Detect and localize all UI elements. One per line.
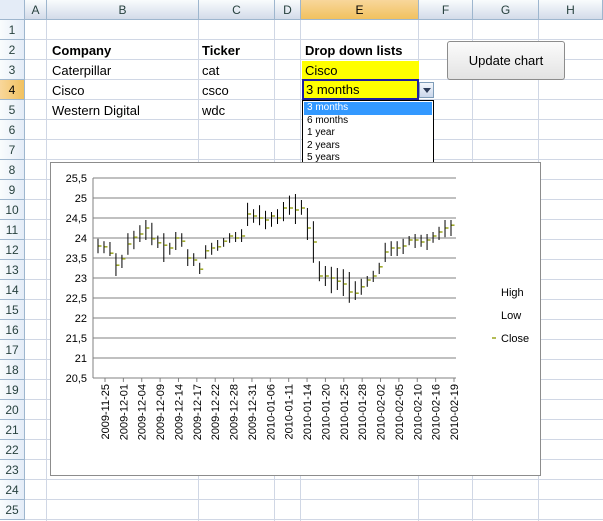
- x-tick-label: 2009-11-25: [100, 384, 112, 439]
- ticker-cell[interactable]: cat: [199, 61, 219, 80]
- x-tick-label: 2010-02-05: [394, 384, 406, 440]
- dropdown-arrow-button[interactable]: [419, 82, 434, 98]
- x-tick-label: 2010-01-11: [284, 384, 296, 439]
- row-header-7[interactable]: 7: [0, 140, 25, 160]
- y-tick-label: 22: [75, 313, 87, 325]
- y-tick-label: 23: [75, 273, 87, 285]
- legend-entry: High: [501, 287, 524, 299]
- row-header-5[interactable]: 5: [0, 100, 25, 120]
- row-header-2[interactable]: 2: [0, 40, 25, 60]
- y-tick-label: 24,5: [66, 213, 87, 225]
- row-header-19[interactable]: 19: [0, 380, 25, 400]
- row-header-3[interactable]: 3: [0, 60, 25, 80]
- row-header-8[interactable]: 8: [0, 160, 25, 180]
- dropdown-option-1-year[interactable]: 1 year: [304, 127, 432, 140]
- y-tick-label: 21,5: [66, 333, 87, 345]
- y-tick-label: 23,5: [66, 253, 87, 265]
- row-header-13[interactable]: 13: [0, 260, 25, 280]
- x-tick-label: 2010-02-02: [376, 384, 388, 440]
- y-tick-label: 22,5: [66, 293, 87, 305]
- row-header-9[interactable]: 9: [0, 180, 25, 200]
- x-tick-label: 2009-12-17: [192, 384, 204, 440]
- chevron-down-icon: [423, 88, 431, 93]
- row-header-16[interactable]: 16: [0, 320, 25, 340]
- legend-entry: Low: [501, 310, 521, 322]
- x-tick-label: 2010-01-14: [302, 384, 314, 440]
- dropdown-option-2-years[interactable]: 2 years: [304, 140, 432, 153]
- y-tick-label: 20,5: [66, 373, 87, 385]
- grid-row-line: [25, 39, 603, 40]
- header-dropdown[interactable]: Drop down lists: [302, 41, 403, 60]
- column-header-d[interactable]: D: [275, 0, 301, 20]
- grid-row-line: [25, 479, 603, 480]
- x-tick-label: 2009-12-28: [229, 384, 241, 440]
- row-header-24[interactable]: 24: [0, 480, 25, 500]
- company-dropdown-cell[interactable]: Cisco: [302, 61, 419, 80]
- grid-row-line: [25, 499, 603, 500]
- company-cell[interactable]: Western Digital: [49, 101, 140, 120]
- x-tick-label: 2010-01-20: [320, 384, 332, 440]
- row-header-6[interactable]: 6: [0, 120, 25, 140]
- update-chart-button[interactable]: Update chart: [447, 41, 565, 80]
- row-header-10[interactable]: 10: [0, 200, 25, 220]
- grid-row-line: [25, 519, 603, 520]
- x-tick-label: 2009-12-14: [173, 384, 185, 440]
- y-tick-label: 25: [75, 193, 87, 205]
- column-header-e[interactable]: E: [301, 0, 419, 20]
- stock-chart-svg: 25,5 25 24,5 24 23,5 23 22,5 22 21,5 21 20,5 2009-1…: [66, 173, 530, 440]
- row-header-18[interactable]: 18: [0, 360, 25, 380]
- column-header-f[interactable]: F: [419, 0, 473, 20]
- company-cell[interactable]: Caterpillar: [49, 61, 111, 80]
- row-header-20[interactable]: 20: [0, 400, 25, 420]
- row-header-12[interactable]: 12: [0, 240, 25, 260]
- y-tick-label: 21: [75, 353, 87, 365]
- x-tick-label: 2010-02-19: [449, 384, 461, 440]
- header-company[interactable]: Company: [49, 41, 111, 60]
- row-header-21[interactable]: 21: [0, 420, 25, 440]
- x-tick-label: 2009-12-04: [137, 384, 149, 440]
- y-tick-label: 24: [75, 233, 87, 245]
- ticker-cell[interactable]: csco: [199, 81, 229, 100]
- x-tick-label: 2010-02-10: [412, 384, 424, 440]
- x-tick-label: 2010-01-28: [357, 384, 369, 440]
- ticker-cell[interactable]: wdc: [199, 101, 225, 120]
- period-dropdown-cell[interactable]: 3 months: [302, 79, 419, 100]
- x-tick-label: 2010-01-06: [265, 384, 277, 440]
- row-header-15[interactable]: 15: [0, 300, 25, 320]
- company-cell[interactable]: Cisco: [49, 81, 85, 100]
- grid-column-line: [46, 20, 47, 521]
- row-header-11[interactable]: 11: [0, 220, 25, 240]
- dropdown-option-6-months[interactable]: 6 months: [304, 115, 432, 128]
- row-header-4[interactable]: 4: [0, 80, 25, 100]
- column-header-g[interactable]: G: [473, 0, 539, 20]
- x-tick-label: 2009-12-31: [247, 384, 259, 440]
- stock-chart[interactable]: 25,5 25 24,5 24 23,5 23 22,5 22 21,5 21 20,5 2009-1…: [50, 162, 541, 476]
- row-header-23[interactable]: 23: [0, 460, 25, 480]
- legend-entry: Close: [501, 333, 529, 345]
- column-header-b[interactable]: B: [47, 0, 199, 20]
- select-all-corner[interactable]: [0, 0, 25, 20]
- row-header-17[interactable]: 17: [0, 340, 25, 360]
- x-tick-label: 2009-12-09: [155, 384, 167, 440]
- x-tick-label: 2009-12-01: [118, 384, 130, 440]
- row-header-25[interactable]: 25: [0, 500, 25, 520]
- x-tick-label: 2009-12-22: [210, 384, 222, 440]
- dropdown-option-3-months[interactable]: 3 months: [304, 102, 432, 115]
- column-header-c[interactable]: C: [199, 0, 275, 20]
- y-tick-label: 25,5: [66, 173, 87, 185]
- row-header-1[interactable]: 1: [0, 20, 25, 40]
- x-tick-label: 2010-02-16: [431, 384, 443, 440]
- row-header-22[interactable]: 22: [0, 440, 25, 460]
- dropdown-list[interactable]: 3 months 6 months 1 year 2 years 5 years: [302, 100, 434, 166]
- row-header-14[interactable]: 14: [0, 280, 25, 300]
- x-tick-label: 2010-01-25: [339, 384, 351, 440]
- spreadsheet: ABCDEFGH 1 2 3 4 5 6 7 8 9 10 11 12 13 14 15 16 17 18 19 20…: [0, 0, 603, 521]
- header-ticker[interactable]: Ticker: [199, 41, 240, 60]
- column-header-a[interactable]: A: [25, 0, 47, 20]
- column-header-h[interactable]: H: [539, 0, 603, 20]
